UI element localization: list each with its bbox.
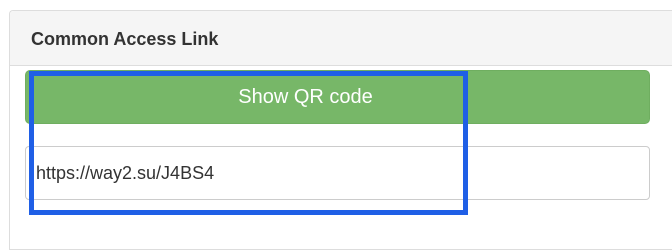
common-access-link-panel: Common Access Link	[9, 10, 672, 250]
show-qr-code-label: Show QR code	[238, 85, 373, 108]
panel-title: Common Access Link	[31, 28, 219, 49]
access-link-field[interactable]	[25, 146, 650, 200]
show-qr-code-button[interactable]: Show QR code	[25, 70, 650, 124]
panel-heading: Common Access Link	[10, 11, 672, 66]
